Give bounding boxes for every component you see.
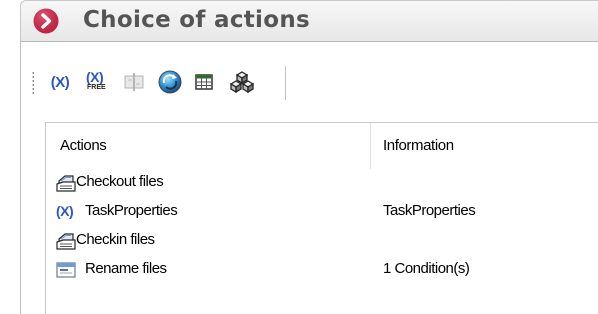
refresh-icon <box>158 70 182 94</box>
condition-button[interactable] <box>121 68 147 96</box>
toolbar-grip[interactable] <box>32 71 34 95</box>
toolbar-separator <box>285 66 286 100</box>
free-variable-button[interactable]: (X) FREE <box>85 68 111 96</box>
components-icon <box>230 71 254 94</box>
actions-list[interactable]: Actions Information Checkout files (X) T… <box>45 122 598 314</box>
column-header-actions[interactable]: Actions <box>60 123 107 169</box>
table-button[interactable] <box>191 68 217 96</box>
action-info: TaskProperties <box>383 202 476 219</box>
action-name: Checkout files <box>76 173 164 190</box>
list-item-checkin-files[interactable]: Checkin files <box>46 227 598 256</box>
rename-files-icon <box>56 262 76 278</box>
task-properties-icon: (X) <box>50 73 70 91</box>
toolbar: (X) (X) FREE <box>21 56 598 108</box>
free-variable-icon: (X) FREE <box>86 69 106 91</box>
action-name: TaskProperties <box>85 202 178 219</box>
refresh-button[interactable] <box>157 68 183 96</box>
list-item-rename-files[interactable]: Rename files 1 Condition(s) <box>46 256 598 285</box>
components-button[interactable] <box>229 68 255 96</box>
action-info: 1 Condition(s) <box>383 260 470 277</box>
column-divider[interactable] <box>370 123 371 169</box>
checkout-files-icon <box>56 175 76 192</box>
list-item-checkout-files[interactable]: Checkout files <box>46 169 598 198</box>
list-item-task-properties[interactable]: (X) TaskProperties TaskProperties <box>46 198 598 227</box>
column-header-information[interactable]: Information <box>383 123 454 169</box>
table-icon <box>195 74 213 90</box>
action-name: Rename files <box>85 260 167 277</box>
title-bar: Choice of actions <box>20 0 598 42</box>
task-properties-button[interactable]: (X) <box>47 68 73 96</box>
chevron-right-circle-icon[interactable] <box>33 8 59 34</box>
checkin-files-icon <box>56 233 76 250</box>
choice-of-actions-panel: Choice of actions (X) (X) FREE Actions I… <box>0 0 598 314</box>
condition-icon <box>124 73 144 91</box>
action-name: Checkin files <box>76 231 155 248</box>
task-properties-icon: (X) <box>56 203 74 219</box>
panel-title: Choice of actions <box>83 7 310 33</box>
